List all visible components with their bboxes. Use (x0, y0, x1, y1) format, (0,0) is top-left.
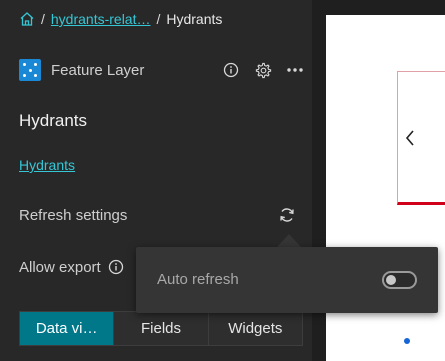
info-icon[interactable] (222, 61, 240, 79)
tab-data-visualization[interactable]: Data vi… (20, 312, 115, 345)
breadcrumb-link[interactable]: hydrants-relat… (51, 11, 151, 27)
info-icon[interactable] (107, 258, 125, 276)
allow-export-row: Allow export (19, 258, 125, 276)
breadcrumb-separator: / (156, 11, 161, 27)
layer-title-link[interactable]: Hydrants (19, 157, 75, 173)
page-indicator-dot[interactable] (404, 338, 410, 344)
feature-layer-icon (19, 59, 41, 81)
refresh-settings-label: Refresh settings (19, 207, 128, 224)
page-title: Hydrants (19, 111, 88, 130)
popover-arrow (277, 234, 301, 247)
toggle-knob (386, 275, 396, 285)
allow-export-label: Allow export (19, 258, 101, 276)
gear-icon[interactable] (254, 61, 272, 79)
auto-refresh-popover: Auto refresh (136, 247, 438, 313)
auto-refresh-label: Auto refresh (157, 271, 239, 288)
view-tabs: Data vi… Fields Widgets (19, 311, 303, 346)
home-icon[interactable] (19, 11, 35, 27)
more-icon[interactable] (286, 61, 304, 79)
chevron-left-icon[interactable] (405, 130, 415, 151)
breadcrumb-current: Hydrants (166, 11, 223, 27)
layer-type-label: Feature Layer (51, 61, 145, 79)
refresh-icon[interactable] (278, 206, 296, 224)
layer-actions (222, 61, 304, 79)
breadcrumb: / hydrants-relat… / Hydrants (19, 9, 222, 29)
auto-refresh-toggle[interactable] (382, 271, 417, 289)
breadcrumb-separator: / (41, 11, 45, 27)
tab-widgets[interactable]: Widgets (208, 312, 302, 345)
tab-fields[interactable]: Fields (114, 312, 209, 345)
layer-header: Feature Layer (19, 59, 304, 81)
